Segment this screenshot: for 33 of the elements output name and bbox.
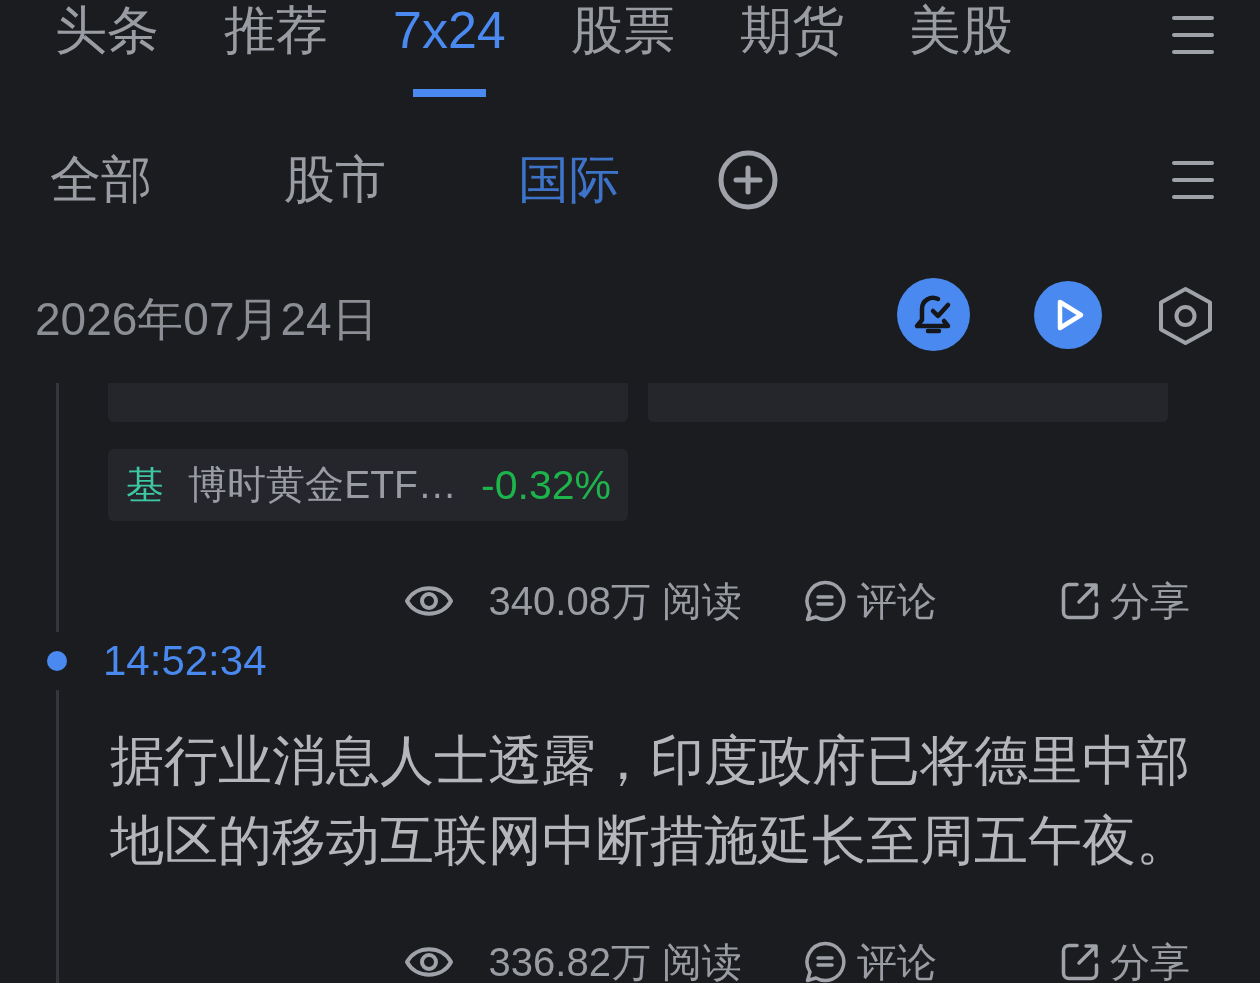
top-tab[interactable]: 7x24 bbox=[393, 0, 506, 97]
top-tab[interactable]: 美股 bbox=[908, 0, 1013, 97]
play-icon[interactable] bbox=[1034, 280, 1102, 349]
share-icon bbox=[1060, 581, 1100, 621]
top-tab[interactable]: 头条 bbox=[55, 0, 159, 97]
bell-check-icon[interactable] bbox=[897, 278, 970, 351]
category-tab[interactable]: 国际 bbox=[518, 150, 620, 210]
read-count: 336.82万 阅读 bbox=[488, 939, 742, 983]
share-button[interactable]: 分享 bbox=[1060, 577, 1190, 625]
quote-name: 博时黄金ETF… bbox=[188, 462, 457, 508]
date-label: 2026年07月24日 bbox=[35, 291, 378, 346]
share-button[interactable]: 分享 bbox=[1060, 938, 1190, 983]
menu-icon[interactable] bbox=[1172, 15, 1214, 55]
timeline-dot-icon bbox=[47, 651, 67, 671]
news-time: 14:52:34 bbox=[103, 636, 267, 686]
top-tab[interactable]: 股票 bbox=[570, 0, 675, 97]
comment-icon bbox=[804, 941, 846, 983]
category-tab[interactable]: 全部 bbox=[50, 150, 152, 210]
quote-card[interactable]: 基 博时黄金ETF… -0.32% bbox=[108, 449, 628, 521]
comment-icon bbox=[804, 580, 846, 622]
news-text: 据行业消息人士透露，印度政府已将德里中部地区的移动互联网中断措施延长至周五午夜。 bbox=[110, 729, 1191, 872]
settings-icon[interactable] bbox=[1157, 285, 1214, 346]
top-tab[interactable]: 期货 bbox=[739, 0, 844, 97]
category-tab[interactable]: 股市 bbox=[284, 150, 386, 210]
add-circle-icon[interactable] bbox=[718, 150, 778, 210]
top-tab[interactable]: 推荐 bbox=[224, 0, 328, 97]
quote-type-tag: 基 bbox=[126, 463, 164, 507]
menu-icon[interactable] bbox=[1172, 160, 1214, 200]
read-count: 340.08万 阅读 bbox=[488, 578, 742, 625]
comment-button[interactable]: 评论 bbox=[804, 938, 937, 983]
quote-change: -0.32% bbox=[481, 461, 611, 509]
share-icon bbox=[1060, 942, 1100, 982]
comment-button[interactable]: 评论 bbox=[804, 577, 937, 625]
